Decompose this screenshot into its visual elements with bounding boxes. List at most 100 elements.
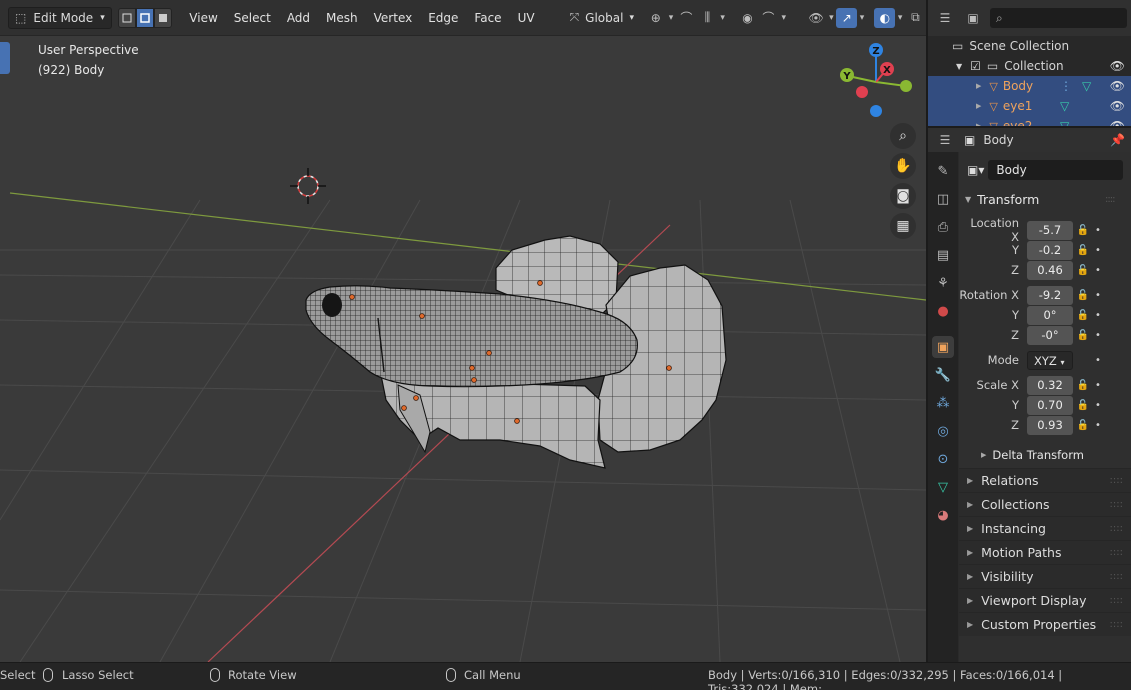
edge-select-icon[interactable] xyxy=(135,7,154,28)
eye-icon[interactable]: 👁 xyxy=(1110,59,1125,73)
chevron-down-icon[interactable]: ▾ xyxy=(895,8,905,28)
drag-handle-icon[interactable]: :::: xyxy=(1110,523,1123,534)
chevron-down-icon[interactable]: ▾ xyxy=(827,8,837,28)
panel-visibility[interactable]: ▶ Visibility :::: xyxy=(959,564,1131,588)
eye-icon[interactable]: 👁 xyxy=(1110,79,1125,93)
constraints-tab-icon[interactable]: ⊙ xyxy=(932,448,954,470)
mesh-data-tab-icon[interactable]: ▽ xyxy=(932,476,954,498)
tool-tab-icon[interactable]: ✎ xyxy=(932,160,954,182)
object-icon[interactable]: ▣▾ xyxy=(967,163,984,177)
gizmo-neg-x[interactable] xyxy=(856,86,868,98)
scene-tab-icon[interactable]: ⚘ xyxy=(932,272,954,294)
panel-custom-properties[interactable]: ▶ Custom Properties :::: xyxy=(959,612,1131,636)
menu-mesh[interactable]: Mesh xyxy=(318,0,366,36)
orientation-dropdown[interactable]: ⤧ Global ▾ xyxy=(564,7,640,29)
lock-icon[interactable]: 🔓 xyxy=(1073,225,1093,236)
fish-mesh[interactable] xyxy=(305,235,727,469)
panel-motion-paths[interactable]: ▶ Motion Paths :::: xyxy=(959,540,1131,564)
pin-icon[interactable]: 📌 xyxy=(1110,133,1125,147)
falloff-curve-icon[interactable]: ⌒ xyxy=(758,8,779,28)
outliner[interactable]: ☰ ▣ ⌕ ▭ Scene Collection ▼ ☑ ▭ Collectio… xyxy=(928,0,1131,126)
keyframe-dot-icon[interactable]: • xyxy=(1093,310,1103,321)
keyframe-dot-icon[interactable]: • xyxy=(1093,400,1103,411)
keyframe-dot-icon[interactable]: • xyxy=(1093,420,1103,431)
xray-icon[interactable]: ⧉ xyxy=(905,8,926,28)
drag-handle-icon[interactable]: :::: xyxy=(1110,499,1123,510)
menu-face[interactable]: Face xyxy=(466,0,509,36)
location-x-field[interactable]: -5.7 xyxy=(1027,220,1073,240)
lock-icon[interactable]: 🔓 xyxy=(1073,400,1093,411)
gizmo-neg-y[interactable] xyxy=(900,80,912,92)
keyframe-dot-icon[interactable]: • xyxy=(1093,380,1103,391)
editor-type-icon[interactable]: ☰ xyxy=(934,8,956,28)
pivot-point-icon[interactable]: ⊕ xyxy=(645,8,666,28)
outliner-collection[interactable]: ▼ ☑ ▭ Collection 👁 xyxy=(928,56,1131,76)
render-tab-icon[interactable]: ◫ xyxy=(932,188,954,210)
camera-icon[interactable]: ◙ xyxy=(890,183,916,209)
panel-viewport-display[interactable]: ▶ Viewport Display :::: xyxy=(959,588,1131,612)
object-tab-icon[interactable]: ▣ xyxy=(932,336,954,358)
location-z-field[interactable]: 0.46 xyxy=(1027,260,1073,280)
outliner-item-eye2[interactable]: ▶ ▽ eye2 ▽ 👁 xyxy=(928,116,1131,126)
panel-collections[interactable]: ▶ Collections :::: xyxy=(959,492,1131,516)
chevron-down-icon[interactable]: ▾ xyxy=(779,8,789,28)
scale-z-field[interactable]: 0.93 xyxy=(1027,415,1073,435)
display-mode-icon[interactable]: ▣ xyxy=(962,8,984,28)
panel-instancing[interactable]: ▶ Instancing :::: xyxy=(959,516,1131,540)
chevron-down-icon[interactable]: ▾ xyxy=(718,8,728,28)
navigation-gizmo[interactable]: Z Y X xyxy=(840,43,912,117)
proportional-edit-icon[interactable]: ◉ xyxy=(737,8,758,28)
outliner-item-body[interactable]: ▶ ▽ Body ⋮ ▽ 👁 xyxy=(928,76,1131,96)
menu-add[interactable]: Add xyxy=(279,0,318,36)
keyframe-dot-icon[interactable]: • xyxy=(1093,290,1103,301)
keyframe-dot-icon[interactable]: • xyxy=(1093,225,1103,236)
rotation-mode-dropdown[interactable]: XYZ ▾ xyxy=(1027,350,1073,370)
mode-dropdown[interactable]: ⬚ Edit Mode ▾ xyxy=(8,6,112,29)
output-tab-icon[interactable]: ⎙ xyxy=(932,216,954,238)
checkbox-icon[interactable]: ☑ xyxy=(970,59,981,73)
menu-select[interactable]: Select xyxy=(226,0,279,36)
rotation-z-field[interactable]: -0° xyxy=(1027,325,1073,345)
rotation-y-field[interactable]: 0° xyxy=(1027,305,1073,325)
physics-tab-icon[interactable]: ◎ xyxy=(932,420,954,442)
lock-icon[interactable]: 🔓 xyxy=(1073,265,1093,276)
toolbar-strip[interactable] xyxy=(0,36,10,662)
rotation-x-field[interactable]: -9.2 xyxy=(1027,285,1073,305)
properties-editor[interactable]: ☰ ▣ Body 📌 ✎ ◫ ⎙ ▤ ⚘ ● ▣ 🔧 ⁂ ◎ ⊙ ▽ ◕ ▣▾ … xyxy=(928,126,1131,662)
active-tool-indicator[interactable] xyxy=(0,42,10,74)
snap-increment-icon[interactable]: ⫼ xyxy=(697,8,718,28)
hand-pan-icon[interactable]: ✋ xyxy=(890,153,916,179)
drag-handle-icon[interactable]: :::: xyxy=(1110,475,1123,486)
particles-tab-icon[interactable]: ⁂ xyxy=(932,392,954,414)
outliner-search-input[interactable]: ⌕ xyxy=(990,8,1127,28)
visibility-overlay-icon[interactable]: 👁 xyxy=(806,8,827,28)
keyframe-dot-icon[interactable]: • xyxy=(1093,265,1103,276)
drag-handle-icon[interactable]: :::: xyxy=(1105,194,1116,205)
menu-view[interactable]: View xyxy=(181,0,225,36)
transform-panel-header[interactable]: ▼ Transform :::: xyxy=(965,192,1116,207)
lock-icon[interactable]: 🔓 xyxy=(1073,245,1093,256)
lock-icon[interactable]: 🔓 xyxy=(1073,310,1093,321)
drag-handle-icon[interactable]: :::: xyxy=(1110,571,1123,582)
viewport-scene[interactable]: Z Y X xyxy=(0,0,926,662)
grid-ortho-icon[interactable]: ▦ xyxy=(890,213,916,239)
drag-handle-icon[interactable]: :::: xyxy=(1110,619,1123,630)
snap-icon[interactable]: ⌒ xyxy=(676,8,697,28)
menu-uv[interactable]: UV xyxy=(510,0,543,36)
overlays-icon[interactable]: ◐ xyxy=(874,7,896,28)
gizmo-neg-z[interactable] xyxy=(870,105,882,117)
material-tab-icon[interactable]: ◕ xyxy=(932,504,954,526)
editor-type-icon[interactable]: ☰ xyxy=(934,130,956,150)
lock-icon[interactable]: 🔓 xyxy=(1073,380,1093,391)
delta-transform-header[interactable]: ▶ Delta Transform xyxy=(981,448,1084,462)
object-name-field[interactable]: Body xyxy=(988,160,1123,180)
panel-relations[interactable]: ▶ Relations :::: xyxy=(959,468,1131,492)
location-y-field[interactable]: -0.2 xyxy=(1027,240,1073,260)
lock-icon[interactable]: 🔓 xyxy=(1073,420,1093,431)
face-select-icon[interactable] xyxy=(153,7,172,28)
lock-icon[interactable]: 🔓 xyxy=(1073,330,1093,341)
modifier-tab-icon[interactable]: 🔧 xyxy=(932,364,954,386)
lock-icon[interactable]: 🔓 xyxy=(1073,290,1093,301)
chevron-down-icon[interactable]: ▾ xyxy=(857,8,867,28)
menu-vertex[interactable]: Vertex xyxy=(366,0,421,36)
